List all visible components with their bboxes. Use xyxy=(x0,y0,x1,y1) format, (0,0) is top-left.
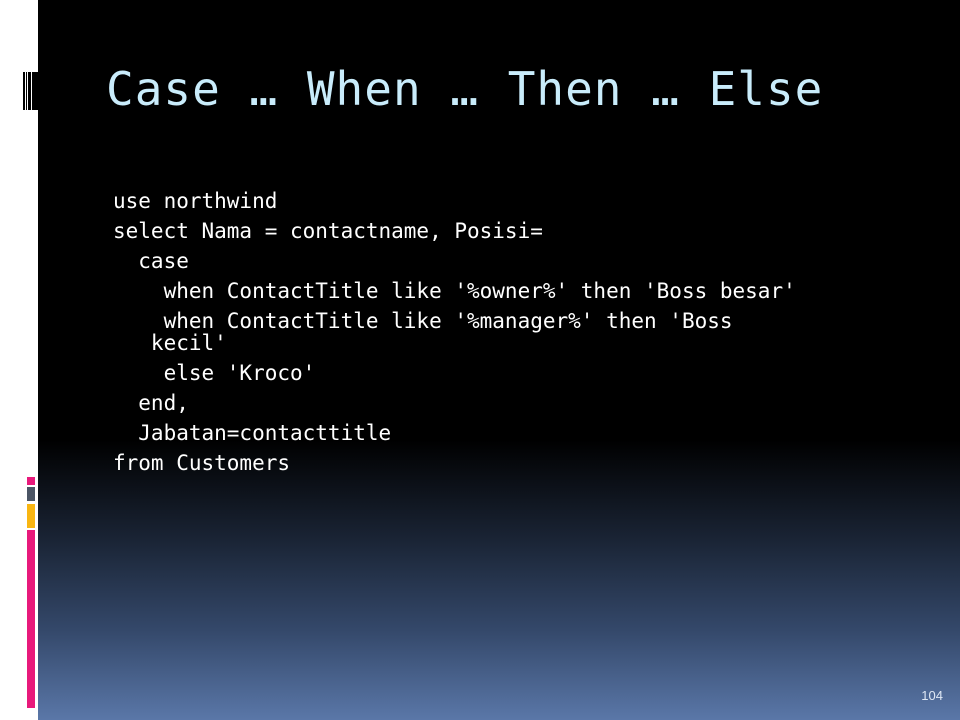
code-line: from Customers xyxy=(113,451,291,475)
decor-black-bar xyxy=(26,72,27,110)
decor-black-bar xyxy=(33,72,38,110)
decor-yellow-bar xyxy=(27,504,35,528)
decor-gray-bar xyxy=(27,487,35,501)
decor-black-bar xyxy=(23,72,25,110)
code-line: case xyxy=(113,249,189,273)
code-block: use northwind select Nama = contactname,… xyxy=(113,186,796,478)
code-line: when ContactTitle like '%manager%' then … xyxy=(113,309,733,333)
slide-title: Case … When … Then … Else xyxy=(106,62,824,116)
code-line: when ContactTitle like '%owner%' then 'B… xyxy=(113,279,796,303)
decor-pink-square xyxy=(27,477,35,485)
decor-black-bar xyxy=(28,72,31,110)
code-line: else 'Kroco' xyxy=(113,361,316,385)
code-line: end, xyxy=(113,391,189,415)
code-line: use northwind xyxy=(113,189,278,213)
code-line: select Nama = contactname, Posisi= xyxy=(113,219,543,243)
code-line: Jabatan=contacttitle xyxy=(113,421,392,445)
decor-pink-bar xyxy=(27,530,35,708)
slide-number: 104 xyxy=(921,688,943,703)
